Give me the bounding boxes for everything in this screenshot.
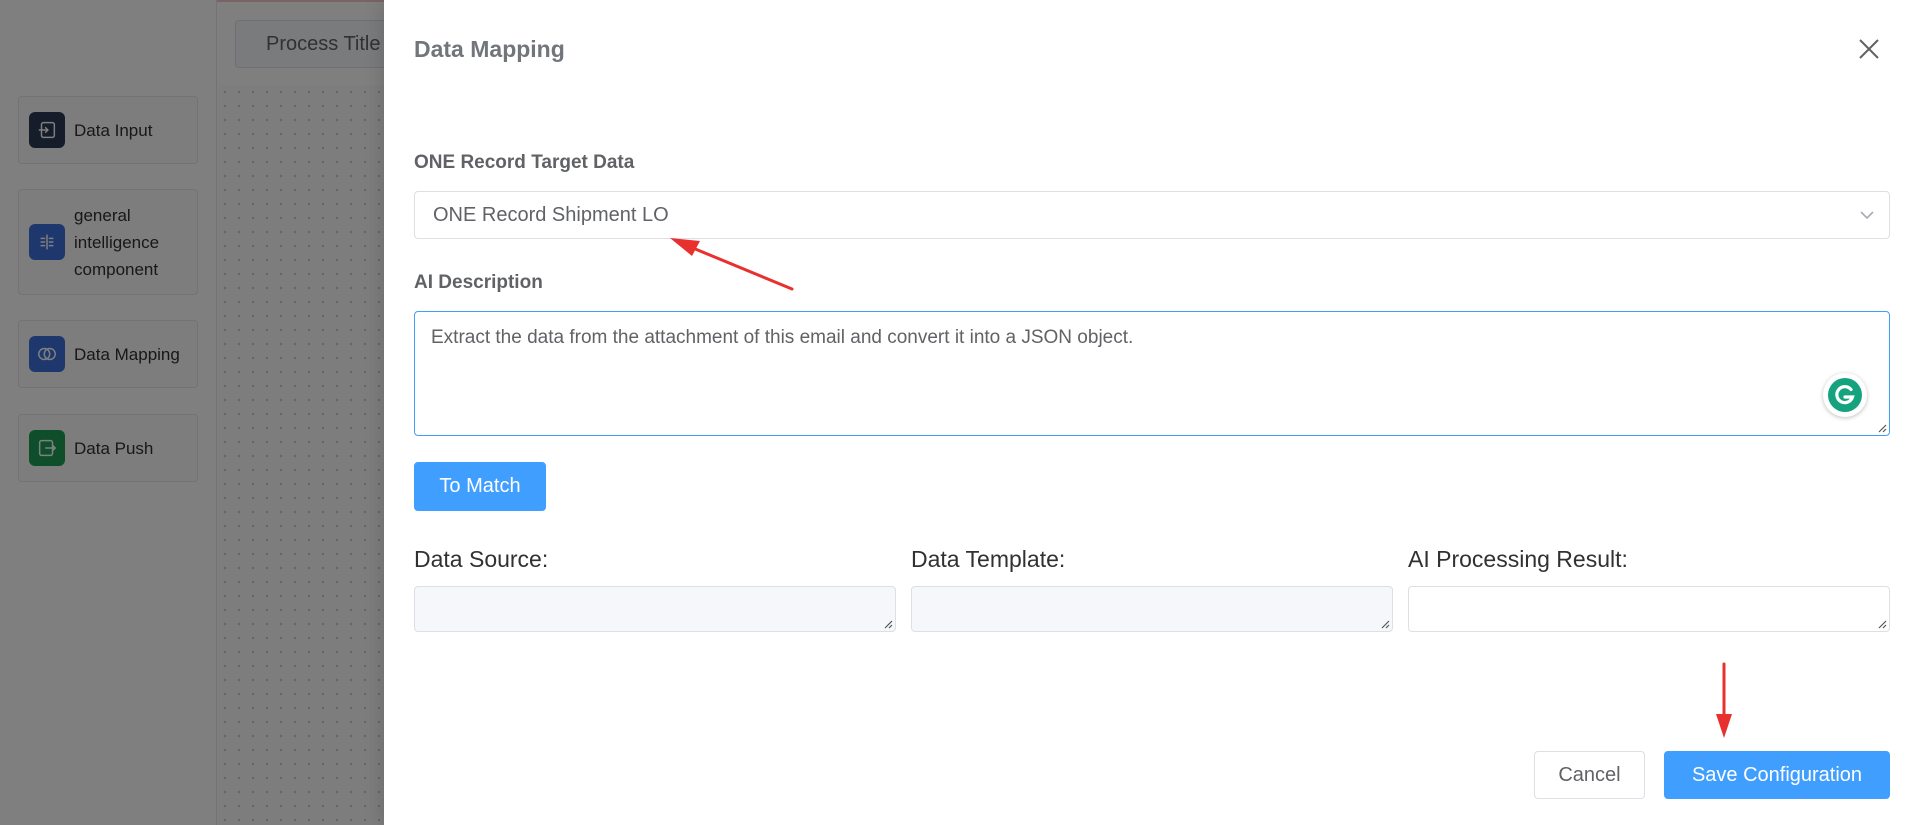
ai-result-textarea[interactable] — [1408, 586, 1890, 632]
save-configuration-button[interactable]: Save Configuration — [1664, 751, 1890, 799]
ai-result-label: AI Processing Result: — [1408, 546, 1628, 572]
resize-grip-icon[interactable] — [1877, 619, 1887, 629]
resize-grip-icon[interactable] — [1877, 423, 1887, 433]
target-data-select[interactable]: ONE Record Shipment LO — [414, 191, 1890, 239]
target-data-label: ONE Record Target Data — [414, 152, 635, 173]
to-match-button[interactable]: To Match — [414, 462, 546, 511]
data-source-textarea[interactable] — [414, 586, 896, 632]
data-template-textarea[interactable] — [911, 586, 1393, 632]
chevron-down-icon — [1860, 211, 1874, 220]
ai-description-value: Extract the data from the attachment of … — [431, 327, 1134, 348]
grammarly-icon[interactable] — [1823, 373, 1867, 417]
close-icon[interactable] — [1854, 34, 1884, 64]
ai-description-label: AI Description — [414, 272, 543, 293]
target-data-value: ONE Record Shipment LO — [433, 204, 669, 226]
ai-description-textarea[interactable]: Extract the data from the attachment of … — [414, 311, 1890, 436]
drawer-title: Data Mapping — [414, 36, 565, 62]
cancel-button[interactable]: Cancel — [1534, 751, 1645, 799]
resize-grip-icon[interactable] — [1380, 619, 1390, 629]
resize-grip-icon[interactable] — [883, 619, 893, 629]
data-source-label: Data Source: — [414, 546, 549, 572]
data-mapping-drawer: Data Mapping ONE Record Target Data ONE … — [384, 0, 1920, 825]
data-template-label: Data Template: — [911, 546, 1066, 572]
